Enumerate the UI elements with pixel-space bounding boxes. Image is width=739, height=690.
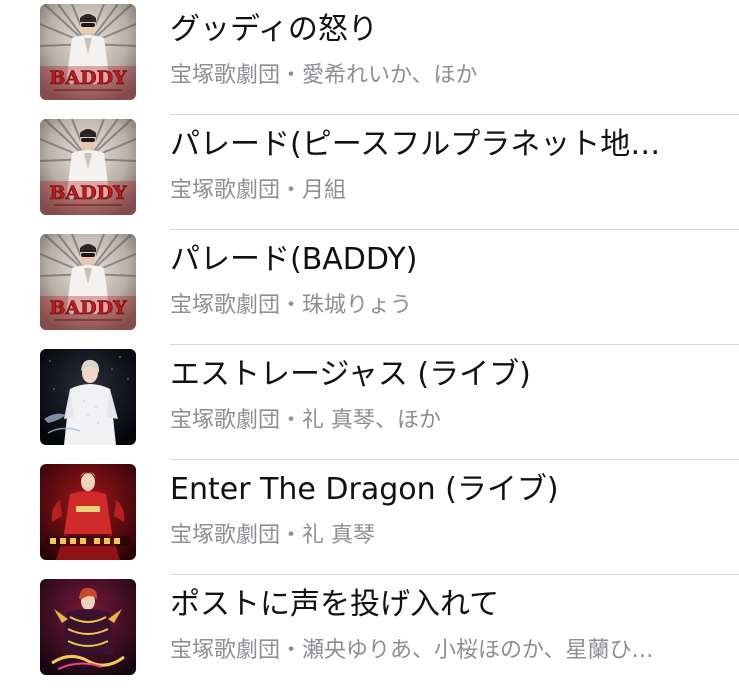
song-row[interactable]: ポストに声を投げ入れて 宝塚歌劇団・瀬央ゆりあ、小桜ほのか、星蘭ひ… [0,575,739,690]
song-artist: 宝塚歌劇団・礼 真琴 [170,523,375,548]
song-title: パレード(ピースフルプラネット地… [170,127,661,162]
song-artist: 宝塚歌劇団・瀬央ゆりあ、小桜ほのか、星蘭ひ… [170,638,654,663]
song-title: グッディの怒り [170,12,378,47]
song-list: BADDY グッディの怒り 宝塚歌劇団・愛希れいか、ほか BADDY パレード(… [0,0,739,675]
song-title: Enter The Dragon (ライブ) [170,472,559,507]
song-row[interactable]: BADDY パレード(ピースフルプラネット地… 宝塚歌劇団・月組 [0,115,739,230]
album-art-image: BADDY [40,119,136,215]
baddy-album-art: BADDY [40,119,136,215]
performer-white-costume-art [40,349,136,445]
song-artist: 宝塚歌劇団・月組 [170,178,347,203]
album-art-image [40,579,136,675]
song-row[interactable]: エストレージャス (ライブ) 宝塚歌劇団・礼 真琴、ほか [0,345,739,460]
album-art-image [40,464,136,560]
song-row[interactable]: Enter The Dragon (ライブ) 宝塚歌劇団・礼 真琴 [0,460,739,575]
song-artist: 宝塚歌劇団・礼 真琴、ほか [170,408,441,433]
song-title: ポストに声を投げ入れて [170,587,500,622]
performer-red-costume-art [40,464,136,560]
song-artist: 宝塚歌劇団・珠城りょう [170,293,413,318]
svg-text:BADDY: BADDY [49,297,127,319]
song-row[interactable]: BADDY パレード(BADDY) 宝塚歌劇団・珠城りょう [0,230,739,345]
song-row[interactable]: BADDY グッディの怒り 宝塚歌劇団・愛希れいか、ほか [0,0,739,115]
svg-text:BADDY: BADDY [49,182,127,204]
song-title: エストレージャス (ライブ) [170,357,531,392]
album-art-image: BADDY [40,4,136,100]
song-title: パレード(BADDY) [170,242,418,277]
performer-gold-costume-art [40,579,136,675]
svg-text:BADDY: BADDY [49,67,127,89]
album-art-image: BADDY [40,234,136,330]
song-artist: 宝塚歌劇団・愛希れいか、ほか [170,63,478,88]
baddy-album-art: BADDY [40,234,136,330]
baddy-album-art: BADDY [40,4,136,100]
album-art-image [40,349,136,445]
